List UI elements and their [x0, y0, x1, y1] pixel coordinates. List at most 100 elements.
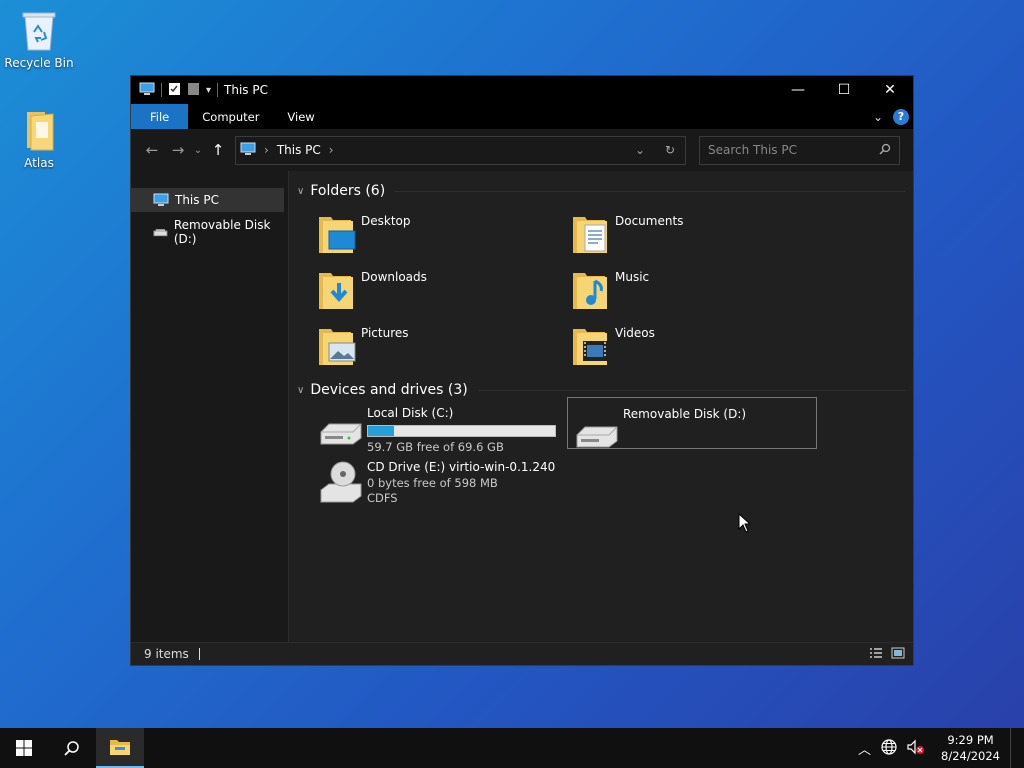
mouse-pointer-icon	[738, 513, 752, 533]
new-folder-icon[interactable]	[187, 82, 200, 99]
search-icon	[879, 143, 891, 158]
item-count: 9 items	[144, 647, 189, 661]
search-button[interactable]	[48, 728, 96, 768]
up-button[interactable]: ↑	[205, 137, 231, 163]
chevron-right-icon[interactable]: ›	[329, 143, 334, 157]
clock-date: 8/24/2024	[941, 749, 1000, 763]
breadcrumb-this-pc[interactable]: This PC	[277, 143, 321, 157]
group-title: Devices and drives (3)	[310, 382, 468, 398]
clock-time: 9:29 PM	[947, 733, 994, 747]
search-placeholder: Search This PC	[708, 143, 797, 157]
navigation-bar: ← → ⌄ ↑ › This PC › ⌄ ↻ Search This PC	[131, 129, 913, 171]
collapse-icon[interactable]: ∨	[297, 385, 304, 396]
back-button[interactable]: ←	[139, 137, 165, 163]
forward-button[interactable]: →	[165, 137, 191, 163]
folder-item-downloads[interactable]: Downloads	[315, 263, 569, 319]
folder-item-pictures[interactable]: Pictures	[315, 319, 569, 375]
content-pane: ∨ Folders (6) Desktop Documents Download…	[289, 171, 913, 642]
window-title: This PC	[224, 83, 268, 97]
folders-grid: Desktop Documents Downloads Music Pictur…	[315, 207, 913, 375]
folder-name: Desktop	[361, 214, 411, 228]
address-dropdown-icon[interactable]: ⌄	[625, 137, 655, 164]
status-divider	[198, 648, 200, 660]
cd-drive-icon	[320, 461, 362, 503]
folder-item-videos[interactable]: Videos	[569, 319, 823, 375]
tab-computer[interactable]: Computer	[188, 104, 273, 129]
pictures-folder-icon	[319, 329, 356, 365]
drive-usage-bar	[367, 424, 556, 437]
show-desktop-button[interactable]	[1010, 728, 1014, 768]
drive-free-space: 0 bytes free of 598 MB	[367, 475, 498, 490]
ribbon-tabs: File Computer View ⌄ ?	[131, 104, 913, 129]
folder-item-desktop[interactable]: Desktop	[315, 207, 569, 263]
large-icons-view-icon[interactable]	[891, 647, 905, 662]
expand-ribbon-icon[interactable]: ⌄	[873, 110, 883, 124]
folder-name: Videos	[615, 326, 655, 340]
customize-toolbar-icon[interactable]: ▾	[206, 85, 211, 96]
refresh-icon[interactable]: ↻	[655, 137, 685, 164]
folder-name: Documents	[615, 214, 684, 228]
computer-icon	[139, 82, 155, 99]
drive-item-cd-drive-e[interactable]: CD Drive (E:) virtio-win-0.1.240 0 bytes…	[317, 460, 555, 507]
folder-icon	[19, 108, 59, 152]
hard-drive-icon	[320, 423, 362, 445]
downloads-folder-icon	[319, 273, 353, 309]
toolbar-divider	[161, 83, 162, 97]
close-button[interactable]: ✕	[867, 76, 913, 104]
sidebar-item-removable-disk[interactable]: Removable Disk (D:)	[131, 218, 288, 246]
drives-grid: Local Disk (C:) 59.7 GB free of 69.6 GB …	[309, 397, 913, 526]
maximize-button[interactable]: ☐	[821, 76, 867, 104]
tab-file[interactable]: File	[131, 104, 189, 129]
group-header-folders[interactable]: ∨ Folders (6)	[297, 179, 913, 203]
minimize-button[interactable]: —	[775, 76, 821, 104]
desktop-icon-recycle-bin[interactable]: Recycle Bin	[1, 8, 77, 70]
file-explorer-icon	[110, 740, 130, 755]
search-box[interactable]: Search This PC	[699, 135, 900, 165]
sidebar-item-label: Removable Disk (D:)	[173, 218, 271, 246]
desktop-icon-atlas[interactable]: Atlas	[1, 108, 77, 170]
folder-name: Music	[615, 270, 650, 284]
drive-name: CD Drive (E:) virtio-win-0.1.240	[367, 460, 556, 474]
folder-item-music[interactable]: Music	[569, 263, 823, 319]
navigation-pane: This PC Removable Disk (D:)	[131, 171, 289, 642]
desktop-folder-icon	[319, 217, 356, 253]
sidebar-item-label: This PC	[175, 193, 219, 207]
drive-name: Removable Disk (D:)	[623, 407, 747, 421]
music-folder-icon	[573, 273, 607, 309]
sidebar-item-this-pc[interactable]: This PC	[131, 188, 284, 212]
recycle-bin-icon	[19, 8, 59, 52]
tab-view[interactable]: View	[273, 104, 328, 129]
show-hidden-icons-icon[interactable]: ︿	[858, 739, 871, 758]
computer-icon	[240, 142, 256, 159]
documents-folder-icon	[573, 217, 607, 253]
collapse-icon[interactable]: ∨	[297, 186, 304, 197]
folder-name: Pictures	[361, 326, 409, 340]
volume-muted-icon[interactable]	[907, 739, 925, 758]
recent-locations-button[interactable]: ⌄	[191, 137, 205, 163]
taskbar: ︿ 9:29 PM 8/24/2024	[0, 728, 1024, 768]
address-bar[interactable]: › This PC › ⌄ ↻	[235, 135, 686, 165]
system-tray: ︿ 9:29 PM 8/24/2024	[858, 728, 1024, 768]
title-bar: ▾ This PC — ☐ ✕	[131, 76, 913, 104]
group-title: Folders (6)	[310, 183, 386, 199]
properties-icon[interactable]	[168, 82, 181, 99]
start-button[interactable]	[0, 728, 48, 768]
desktop-icon-label: Atlas	[24, 156, 54, 170]
search-icon	[64, 741, 79, 756]
folder-name: Downloads	[361, 270, 427, 284]
usb-drive-icon	[153, 229, 168, 237]
drive-item-removable-disk-d[interactable]: Removable Disk (D:)	[567, 397, 817, 449]
network-globe-icon[interactable]	[881, 738, 897, 758]
chevron-right-icon[interactable]: ›	[264, 143, 269, 157]
details-view-icon[interactable]	[869, 647, 883, 662]
folder-item-documents[interactable]: Documents	[569, 207, 823, 263]
explorer-window: ▾ This PC — ☐ ✕ File Computer View ⌄ ? ←…	[130, 75, 914, 666]
taskbar-file-explorer[interactable]	[96, 728, 144, 768]
help-button[interactable]: ?	[893, 108, 909, 125]
drive-usage-fill	[368, 425, 395, 436]
group-divider	[477, 389, 905, 391]
drive-item-local-disk-c[interactable]: Local Disk (C:) 59.7 GB free of 69.6 GB	[317, 406, 556, 455]
removable-drive-icon	[576, 426, 618, 448]
clock[interactable]: 9:29 PM 8/24/2024	[935, 732, 1000, 764]
group-divider	[395, 190, 905, 192]
